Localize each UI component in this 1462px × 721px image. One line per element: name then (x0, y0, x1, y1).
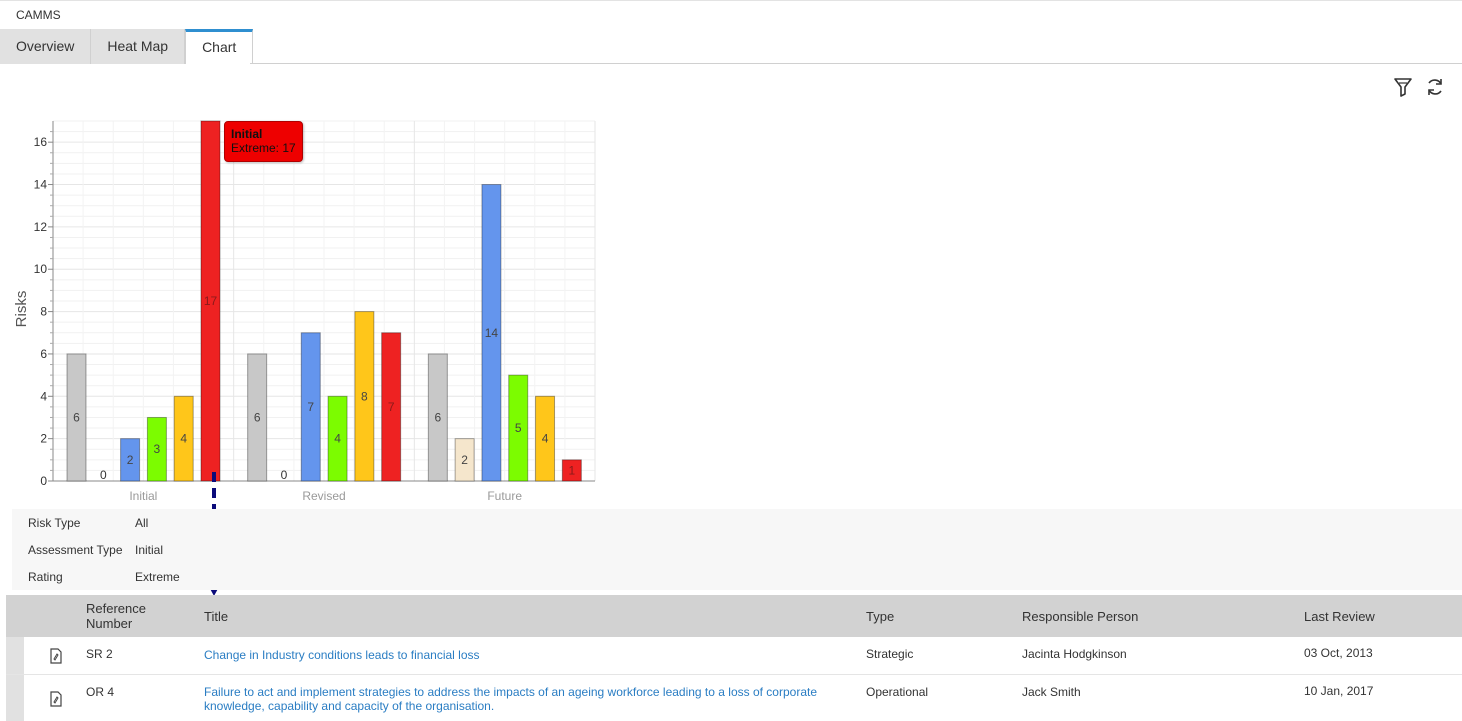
y-tick-label: 16 (34, 135, 48, 149)
chart-tooltip: Initial Extreme: 17 (224, 121, 303, 162)
x-tick-label: Future (487, 489, 522, 503)
row-responsible-person: Jacinta Hodgkinson (1022, 647, 1127, 661)
row-responsible-person: Jack Smith (1022, 685, 1081, 699)
tab-heat-map[interactable]: Heat Map (91, 29, 186, 64)
filter-value: Initial (135, 543, 164, 557)
bar-value-label: 3 (154, 442, 161, 456)
bar-value-label: 2 (127, 453, 134, 467)
bar-value-label: 4 (334, 432, 341, 446)
row-type: Operational (866, 685, 929, 699)
bar-value-label: 7 (307, 400, 314, 414)
column-header-responsible-person[interactable]: Responsible Person (1022, 595, 1138, 637)
filter-label: Assessment Type (28, 543, 123, 557)
row-reference: SR 2 (86, 647, 113, 661)
row-reference: OR 4 (86, 685, 115, 699)
table-header: Reference Number Title Type Responsible … (6, 595, 1462, 637)
y-tick-label: 4 (40, 389, 47, 403)
document-icon[interactable] (49, 691, 63, 707)
column-header-last-review[interactable]: Last Review (1304, 595, 1375, 637)
x-tick-label: Revised (302, 489, 345, 503)
column-header-reference[interactable]: Reference Number (86, 595, 176, 637)
y-tick-label: 8 (40, 305, 47, 319)
bar-value-label: 0 (100, 468, 107, 482)
bar-value-label: 0 (281, 468, 288, 482)
table-row[interactable]: SR 2 Change in Industry conditions leads… (6, 637, 1462, 675)
tab-bar: Overview Heat Map Chart (0, 29, 254, 64)
bar-value-label: 6 (73, 410, 80, 424)
filter-label: Rating (28, 570, 63, 584)
y-tick-label: 14 (34, 178, 48, 192)
filter-value: All (135, 516, 149, 530)
filter-icon[interactable] (1392, 76, 1414, 98)
table-row[interactable]: OR 4 Failure to act and implement strate… (6, 675, 1462, 721)
bar-value-label: 4 (542, 432, 549, 446)
y-axis-label: Risks (13, 291, 30, 328)
bar-value-label: 5 (515, 421, 522, 435)
app-title: CAMMS (16, 8, 61, 22)
y-tick-label: 2 (40, 432, 47, 446)
bar-value-label: 1 (568, 463, 575, 477)
risk-chart: 0246810121416Risks6023417Initial607487Re… (13, 120, 596, 503)
column-header-type[interactable]: Type (866, 595, 894, 637)
y-tick-label: 10 (34, 262, 48, 276)
column-header-title[interactable]: Title (204, 595, 228, 637)
filter-value: Extreme (135, 570, 180, 584)
refresh-icon[interactable] (1424, 76, 1446, 98)
bar-value-label: 2 (461, 453, 468, 467)
row-type: Strategic (866, 647, 914, 661)
bar-value-label: 8 (361, 389, 368, 403)
bar-value-label: 4 (180, 432, 187, 446)
bar-value-label: 17 (204, 294, 218, 308)
tab-chart[interactable]: Chart (185, 29, 254, 64)
row-title-link[interactable]: Failure to act and implement strategies … (204, 685, 844, 713)
row-title-link[interactable]: Change in Industry conditions leads to f… (204, 648, 480, 662)
bar-value-label: 7 (388, 400, 395, 414)
row-last-review: 10 Jan, 2017 (1304, 684, 1374, 698)
row-last-review: 03 Oct, 2013 (1304, 646, 1373, 660)
filter-summary: Risk Type All Assessment Type Initial Ra… (12, 509, 1462, 590)
bar-value-label: 14 (485, 326, 499, 340)
x-tick-label: Initial (129, 489, 157, 503)
row-stripe (6, 637, 24, 674)
y-tick-label: 0 (40, 474, 47, 488)
filter-label: Risk Type (28, 516, 81, 530)
y-tick-label: 6 (40, 347, 47, 361)
tooltip-text: Extreme: 17 (231, 141, 296, 155)
y-tick-label: 12 (34, 220, 48, 234)
row-stripe (6, 675, 24, 721)
tab-overview[interactable]: Overview (0, 29, 92, 64)
document-icon[interactable] (49, 648, 63, 664)
bar-value-label: 6 (434, 410, 441, 424)
top-border (0, 0, 1462, 1)
tooltip-title: Initial (231, 127, 263, 141)
bar-value-label: 6 (254, 410, 261, 424)
tabs-underline (250, 63, 1462, 64)
